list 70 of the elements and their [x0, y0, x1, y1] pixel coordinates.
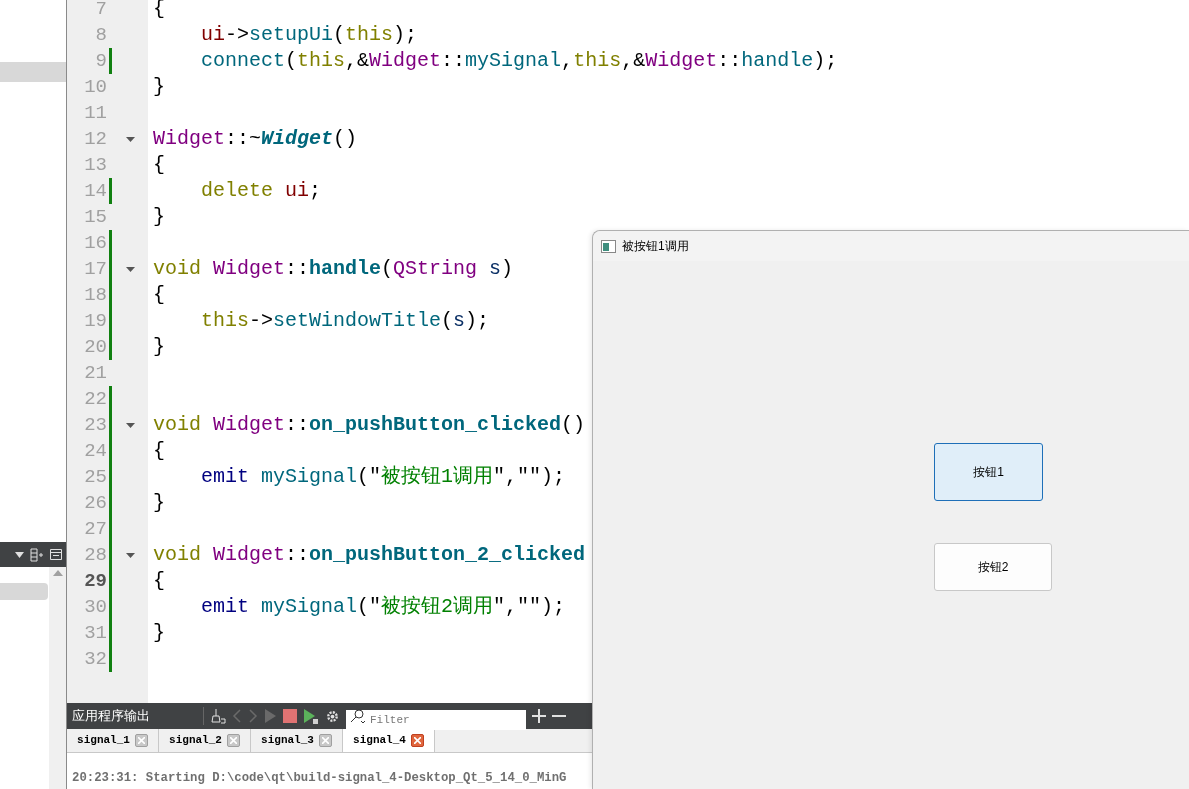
code-line: } [153, 74, 165, 100]
window-icon [601, 239, 616, 253]
line-number: 21 [83, 361, 107, 386]
line-number: 28 [83, 543, 107, 568]
line-number: 25 [83, 465, 107, 490]
broom-icon[interactable] [210, 708, 226, 724]
code-line: } [153, 204, 165, 230]
line-number: 19 [83, 309, 107, 334]
pane-title: 应用程序输出 [72, 707, 151, 726]
dropdown-caret-icon[interactable] [15, 551, 24, 558]
code-line: { [153, 282, 165, 308]
line-number: 27 [83, 517, 107, 542]
line-number: 16 [83, 231, 107, 256]
line-number: 13 [83, 153, 107, 178]
close-icon[interactable] [318, 734, 332, 747]
fold-caret-icon[interactable] [125, 552, 135, 558]
line-number: 9 [94, 49, 107, 74]
line-number: 11 [83, 101, 107, 126]
push-button[interactable]: 按钮2 [934, 543, 1052, 591]
close-icon[interactable] [134, 734, 148, 747]
line-number: 10 [83, 75, 107, 100]
code-line: void Widget::on_pushButton_clicked() [153, 412, 586, 438]
code-line: emit mySignal("被按钮2调用",""); [201, 594, 566, 620]
close-icon[interactable] [226, 734, 240, 747]
code-line: emit mySignal("被按钮1调用",""); [201, 464, 566, 490]
line-number: 31 [83, 621, 107, 646]
code-line: ui->setupUi(this); [201, 22, 418, 48]
code-line: { [153, 0, 165, 22]
line-number: 15 [83, 205, 107, 230]
line-number: 20 [83, 335, 107, 360]
code-line: { [153, 438, 165, 464]
line-number: 29 [83, 569, 107, 594]
code-line: void Widget::handle(QString s) [153, 256, 514, 282]
line-number: 22 [83, 387, 107, 412]
push-button[interactable]: 按钮1 [934, 443, 1043, 501]
code-line: this->setWindowTitle(s); [201, 308, 490, 334]
line-number: 18 [83, 283, 107, 308]
line-number: 8 [94, 23, 107, 48]
line-number: 24 [83, 439, 107, 464]
plus-icon[interactable] [532, 709, 546, 723]
line-number: 23 [83, 413, 107, 438]
code-line: } [153, 620, 165, 646]
code-line: { [153, 152, 165, 178]
output-tab[interactable]: signal_4 [343, 729, 435, 752]
search-icon [350, 709, 366, 723]
code-line: delete ui; [201, 178, 322, 204]
line-number: 32 [83, 647, 107, 672]
code-line: { [153, 568, 165, 594]
code-line: } [153, 334, 165, 360]
line-number: 26 [83, 491, 107, 516]
split-icon[interactable] [30, 547, 44, 562]
code-line: void Widget::on_pushButton_2_clicked [153, 542, 586, 568]
code-line: Widget::~Widget() [153, 126, 358, 152]
log-line: 20:23:31: Starting D:\code\qt\build-signal_4-Desktop_Qt_5_14_0_MinG [72, 770, 568, 787]
line-number: 14 [83, 179, 107, 204]
fold-caret-icon[interactable] [125, 136, 135, 142]
window-title: 被按钮1调用 [622, 238, 689, 255]
close-panel-icon[interactable] [50, 549, 62, 560]
line-number: 30 [83, 595, 107, 620]
line-number: 12 [83, 127, 107, 152]
filter-field[interactable]: Filter [346, 710, 526, 730]
settings-icon[interactable] [325, 708, 340, 724]
line-number: 17 [83, 257, 107, 282]
fold-caret-icon[interactable] [125, 266, 135, 272]
run-icon[interactable] [303, 707, 319, 725]
code-line: connect(this,&Widget::mySignal,this,&Widget::handle); [201, 48, 838, 74]
line-number: 7 [94, 0, 107, 22]
close-icon[interactable] [410, 734, 424, 747]
fold-caret-icon[interactable] [125, 422, 135, 428]
code-line: } [153, 490, 165, 516]
